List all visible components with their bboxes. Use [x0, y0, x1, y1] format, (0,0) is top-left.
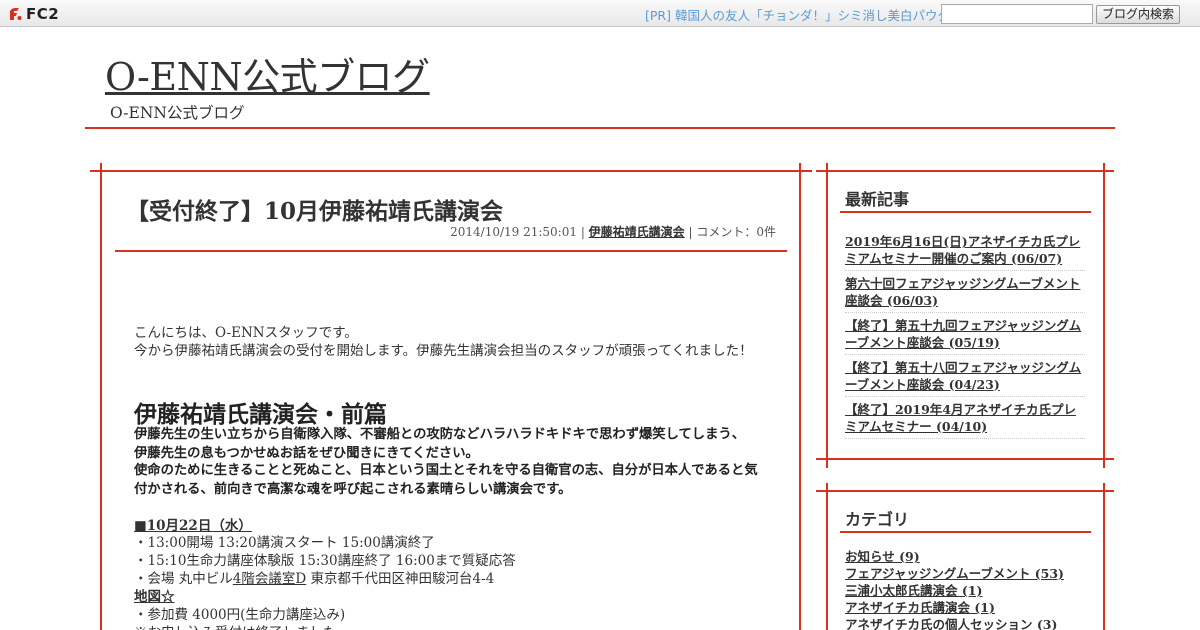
entry-intro: 今から伊藤祐靖氏講演会の受付を開始します。伊藤先生講演会担当のスタッフが頑張って… — [134, 343, 753, 359]
category-link[interactable]: フェアジャッジングムーブメント (53) — [845, 565, 1085, 582]
schedule-line: ・15:10生命力講座体験版 15:30講座終了 16:00まで質疑応答 — [134, 553, 516, 569]
fc2-flame-icon — [10, 7, 22, 20]
category-heading-rule — [840, 531, 1091, 533]
category-frame-top — [816, 490, 1114, 492]
venue-line: ・会場 丸中ビル4階会議室D 東京都千代田区神田駿河台4-4 — [134, 567, 494, 587]
map-link[interactable]: 地図☆ — [134, 585, 175, 605]
recent-frame-right — [1103, 163, 1105, 468]
recent-post-link[interactable]: 2019年6月16日(日)アネザイチカ氏プレミアムセミナー開催のご案内 (06/… — [845, 232, 1085, 271]
category-link[interactable]: お知らせ (9) — [845, 548, 1085, 565]
blog-search-input[interactable] — [941, 4, 1093, 24]
main-frame-left — [100, 163, 102, 630]
recent-post-link[interactable]: 【終了】第五十八回フェアジャッジングムーブメント座談会 (04/23) — [845, 358, 1085, 397]
main-frame-top — [90, 170, 812, 172]
entry-divider — [115, 250, 787, 252]
section-title: 伊藤祐靖氏講演会・前篇 — [134, 401, 387, 428]
fc2-toolbar: FC2 [PR] 韓国人の友人「チョンダ！」シミ消し美白パウダ ブログ内検索 — [0, 0, 1200, 27]
category-frame-right — [1103, 483, 1105, 630]
recent-frame-top — [816, 170, 1114, 172]
venue-address: 東京都千代田区神田駿河台4-4 — [306, 571, 495, 587]
pr-ad-link[interactable]: [PR] 韓国人の友人「チョンダ！」シミ消し美白パウダ — [645, 5, 950, 24]
entry-category-link[interactable]: 伊藤祐靖氏講演会 — [589, 225, 685, 239]
recent-post-link[interactable]: 【終了】第五十九回フェアジャッジングムーブメント座談会 (05/19) — [845, 316, 1085, 355]
recent-post-link[interactable]: 【終了】2019年4月アネザイチカ氏プレミアムセミナー (04/10) — [845, 400, 1085, 439]
category-link[interactable]: アネザイチカ氏講演会 (1) — [845, 599, 1085, 616]
meta-separator: | — [684, 225, 697, 239]
blog-title[interactable]: O-ENN公式ブログ — [105, 46, 430, 101]
recent-post-link[interactable]: 第六十回フェアジャッジングムーブメント座談会 (06/03) — [845, 274, 1085, 313]
entry-title[interactable]: 【受付終了】10月伊藤祐靖氏講演会 — [126, 192, 503, 226]
closing-note: ※お申し込み受付は終了しました — [134, 621, 337, 630]
blog-search-button[interactable]: ブログ内検索 — [1096, 5, 1180, 24]
category-frame-left — [826, 483, 828, 630]
category-link[interactable]: アネザイチカ氏の個人セッション (3) — [845, 616, 1085, 630]
recent-posts-list: 2019年6月16日(日)アネザイチカ氏プレミアムセミナー開催のご案内 (06/… — [845, 232, 1085, 442]
blog-description: O-ENN公式ブログ — [110, 104, 245, 122]
schedule-line: ・13:00開場 13:20講演スタート 15:00講演終了 — [134, 535, 435, 551]
recent-posts-heading: 最新記事 — [845, 190, 910, 209]
entry-description-1: 伊藤先生の生い立ちから自衛隊入隊、不審船との攻防などハラハラドキドキで思わず爆笑… — [134, 427, 745, 461]
recent-frame-left — [826, 163, 828, 468]
entry-greeting: こんにちは、O-ENNスタッフです。 — [134, 325, 358, 341]
entry-comments-link[interactable]: コメント：0件 — [696, 225, 776, 239]
entry-meta: 2014/10/19 21:50:01 | 伊藤祐靖氏講演会 | コメント：0件 — [450, 223, 776, 240]
recent-frame-bottom — [816, 458, 1114, 460]
fee-line: ・参加費 4000円(生命力講座込み) — [134, 607, 346, 623]
recent-heading-rule — [840, 211, 1091, 213]
fc2-logo-text: FC2 — [26, 4, 60, 23]
venue-room-link[interactable]: 4階会議室D — [233, 571, 306, 587]
entry-date: 2014/10/19 21:50:01 — [450, 225, 577, 239]
meta-separator: | — [577, 225, 589, 239]
category-list: お知らせ (9) フェアジャッジングムーブメント (53) 三浦小太郎氏講演会 … — [845, 548, 1085, 630]
entry-description-2: 使命のために生きることと死ぬこと、日本という国土とそれを守る自衛官の志、自分が日… — [134, 463, 758, 497]
category-link[interactable]: 三浦小太郎氏講演会 (1) — [845, 582, 1085, 599]
header-divider — [85, 127, 1115, 129]
fc2-logo[interactable]: FC2 — [7, 4, 59, 23]
main-frame-right — [799, 163, 801, 630]
category-heading: カテゴリ — [845, 510, 910, 529]
